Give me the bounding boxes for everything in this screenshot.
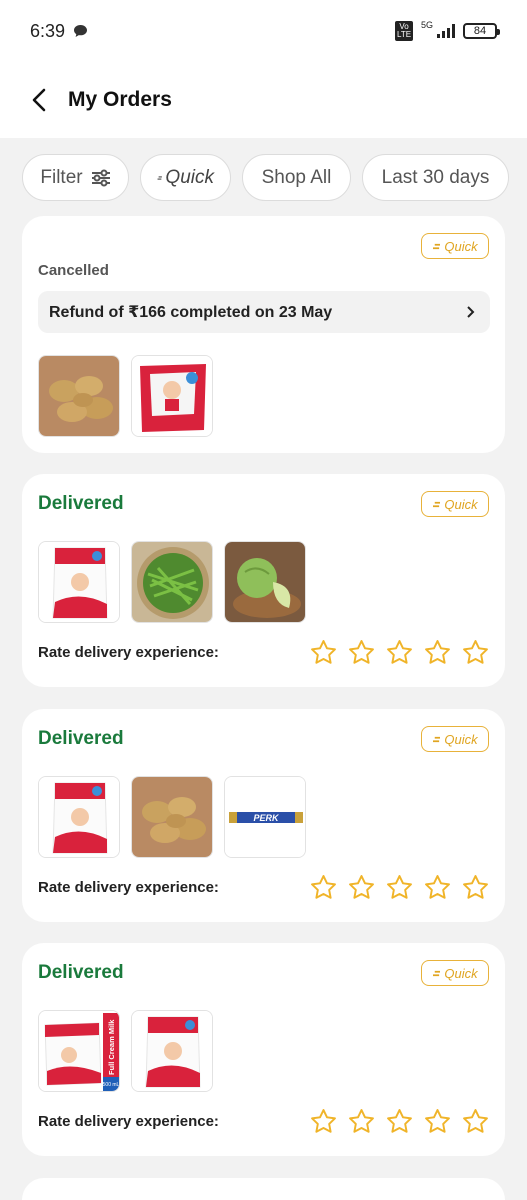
rating-row: Rate delivery experience: — [38, 1107, 490, 1136]
star-icon[interactable] — [385, 638, 414, 667]
rating-row: Rate delivery experience: — [38, 873, 490, 902]
perk-brand-text: PERK — [253, 813, 280, 823]
milk-packet-image — [132, 1011, 212, 1091]
order-items: PERK — [38, 776, 306, 858]
date-range-chip[interactable]: Last 30 days — [362, 154, 509, 201]
filter-button[interactable]: Filter — [22, 154, 129, 201]
product-thumb-milk[interactable] — [131, 1010, 213, 1092]
star-icon[interactable] — [309, 638, 338, 667]
battery-icon: 84 — [463, 23, 500, 39]
refund-banner[interactable]: Refund of ₹166 completed on 23 May — [38, 291, 490, 333]
quick-logo-icon — [433, 736, 441, 742]
star-icon[interactable] — [347, 1107, 376, 1136]
order-status: Delivered — [38, 962, 124, 983]
milk-packet-image — [39, 542, 119, 622]
status-icons: Vo LTE 5G 84 — [394, 20, 500, 41]
network-type: 5G — [420, 20, 433, 30]
star-rating — [309, 1107, 490, 1136]
quick-chip-label: Quick — [165, 166, 214, 188]
refund-text: Refund of ₹166 completed on 23 May — [49, 304, 333, 321]
clock-text: 6:39 — [30, 20, 66, 41]
quick-logo-icon — [433, 501, 441, 507]
product-thumb-milk[interactable] — [131, 355, 213, 437]
product-thumb-potatoes[interactable] — [131, 776, 213, 858]
status-time: 6:39 — [30, 21, 88, 42]
product-thumb-cabbage[interactable] — [224, 541, 306, 623]
product-thumb-milk[interactable] — [38, 541, 120, 623]
quick-badge: Quick — [421, 491, 489, 517]
filter-label: Filter — [40, 166, 83, 188]
quick-badge: Quick — [421, 726, 489, 752]
sliders-icon — [91, 169, 110, 186]
star-icon[interactable] — [347, 638, 376, 667]
product-thumb-potatoes[interactable] — [38, 355, 120, 437]
quick-badge-label: Quick — [444, 238, 478, 254]
order-card[interactable]: Quick Delivered — [22, 474, 505, 687]
order-items — [38, 355, 213, 437]
perk-chocolate-image: PERK — [225, 777, 305, 857]
star-icon[interactable] — [309, 873, 338, 902]
milk-packet-image — [132, 356, 212, 436]
shop-all-chip[interactable]: Shop All — [242, 154, 351, 201]
quick-logo-icon — [157, 175, 162, 180]
battery-level: 84 — [473, 25, 487, 37]
star-icon[interactable] — [423, 1107, 452, 1136]
quick-logo-icon — [433, 970, 441, 976]
chevron-right-icon — [467, 306, 475, 318]
quick-logo-icon — [433, 243, 441, 249]
order-items: Full Cream Milk 500 mL — [38, 1010, 213, 1092]
rate-label: Rate delivery experience: — [38, 879, 219, 896]
star-icon[interactable] — [461, 1107, 490, 1136]
product-thumb-full-cream-milk[interactable]: Full Cream Milk 500 mL — [38, 1010, 120, 1092]
volte-icon: Vo LTE — [394, 21, 413, 41]
page-title: My Orders — [68, 88, 172, 111]
status-bar: 6:39 Vo LTE 5G 84 — [0, 0, 527, 62]
pack-size-text: 500 mL — [103, 1082, 120, 1088]
full-cream-label-text: Full Cream Milk — [107, 1019, 116, 1075]
order-status: Delivered — [38, 728, 124, 749]
quick-badge: Quick — [421, 960, 489, 986]
quick-badge: Quick — [421, 233, 489, 259]
order-card[interactable]: Quick Cancelled Refund of ₹166 completed… — [22, 216, 505, 453]
app-header: My Orders — [0, 62, 527, 138]
rate-label: Rate delivery experience: — [38, 644, 219, 661]
order-status: Cancelled — [38, 262, 109, 279]
back-arrow-icon[interactable] — [30, 88, 48, 112]
star-icon[interactable] — [385, 873, 414, 902]
product-thumb-perk[interactable]: PERK — [224, 776, 306, 858]
order-card[interactable]: Quick Delivered Full Cream Milk 500 mL R… — [22, 943, 505, 1156]
star-icon[interactable] — [461, 873, 490, 902]
cabbage-image — [225, 542, 305, 622]
rate-label: Rate delivery experience: — [38, 1113, 219, 1130]
order-items — [38, 541, 306, 623]
rating-row: Rate delivery experience: — [38, 638, 490, 667]
star-rating — [309, 638, 490, 667]
quick-badge-label: Quick — [444, 731, 478, 747]
quick-badge-label: Quick — [444, 496, 478, 512]
signal-icon — [437, 24, 455, 38]
product-thumb-beans[interactable] — [131, 541, 213, 623]
green-beans-image — [132, 542, 212, 622]
order-card[interactable] — [22, 1178, 505, 1200]
potatoes-image — [39, 356, 119, 436]
order-card[interactable]: Quick Delivered — [22, 709, 505, 922]
chat-bubble-icon — [74, 25, 88, 37]
star-rating — [309, 873, 490, 902]
star-icon[interactable] — [461, 638, 490, 667]
milk-packet-image — [39, 777, 119, 857]
filter-chips: Filter Quick Shop All Last 30 days — [22, 154, 509, 201]
star-icon[interactable] — [309, 1107, 338, 1136]
order-status: Delivered — [38, 493, 124, 514]
product-thumb-milk[interactable] — [38, 776, 120, 858]
star-icon[interactable] — [347, 873, 376, 902]
quick-badge-label: Quick — [444, 965, 478, 981]
full-cream-milk-image: Full Cream Milk 500 mL — [39, 1011, 120, 1091]
star-icon[interactable] — [423, 873, 452, 902]
potatoes-image — [132, 777, 212, 857]
star-icon[interactable] — [385, 1107, 414, 1136]
quick-filter-chip[interactable]: Quick — [140, 154, 231, 201]
star-icon[interactable] — [423, 638, 452, 667]
